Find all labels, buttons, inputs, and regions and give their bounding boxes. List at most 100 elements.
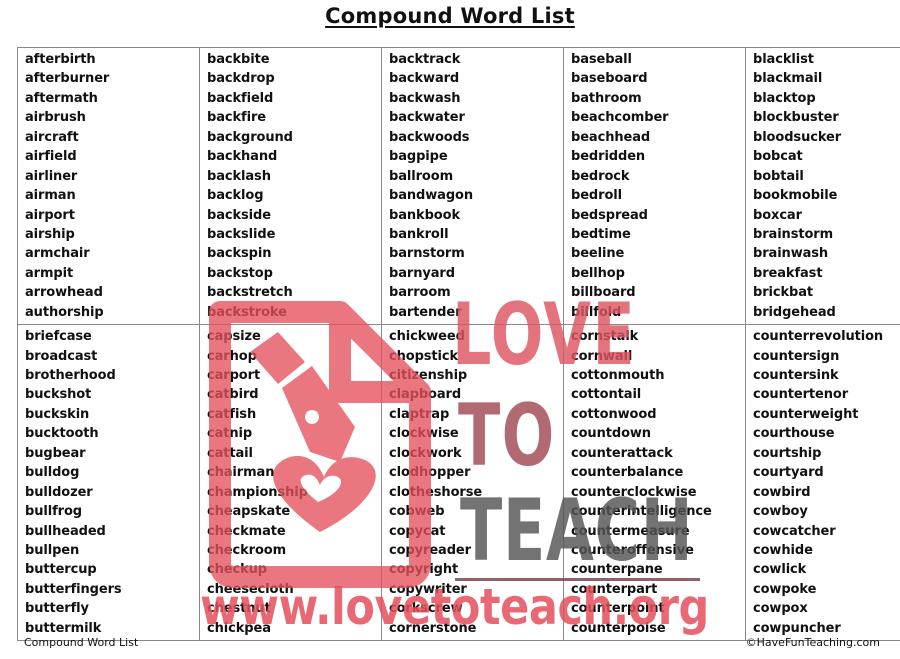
compound-word: backside bbox=[207, 207, 271, 223]
table-body: afterbirth afterburner aftermath airbrush ai… bbox=[17, 46, 900, 642]
compound-word: bucktooth bbox=[25, 426, 99, 442]
compound-word: bandwagon bbox=[389, 188, 474, 204]
compound-word: copyreader bbox=[389, 542, 471, 558]
compound-word: cowboy bbox=[753, 504, 808, 520]
compound-word: counterweight bbox=[753, 406, 859, 422]
compound-word: capsize bbox=[207, 329, 261, 345]
compound-word: backwash bbox=[389, 90, 461, 106]
compound-word: bankbook bbox=[389, 207, 460, 223]
compound-word: counterintelligence bbox=[571, 504, 712, 520]
compound-word: chickweed bbox=[389, 329, 465, 345]
compound-word: counterrevolution bbox=[753, 329, 884, 345]
compound-word: bobcat bbox=[753, 149, 803, 165]
compound-word: bedrock bbox=[571, 168, 630, 184]
compound-word: beachhead bbox=[571, 129, 651, 145]
compound-word: bedridden bbox=[571, 149, 646, 165]
compound-word: butterfly bbox=[25, 601, 89, 617]
compound-word: barnstorm bbox=[389, 246, 465, 262]
table-row-group: briefcase broadcast brotherhood buckshot buc… bbox=[17, 324, 900, 642]
compound-word: chairman bbox=[207, 465, 275, 481]
compound-word: bullheaded bbox=[25, 523, 106, 539]
compound-word: authorship bbox=[25, 304, 104, 320]
compound-word: corkscrew bbox=[389, 601, 463, 617]
compound-word: chopstick bbox=[389, 348, 459, 364]
compound-word: brickbat bbox=[753, 285, 814, 301]
word-column-cell: capsize carhop carport catbird catfish catnip… bbox=[199, 324, 382, 642]
compound-word: championship bbox=[207, 484, 308, 500]
compound-word: backlog bbox=[207, 188, 264, 204]
compound-word: backslide bbox=[207, 226, 276, 242]
compound-word: airman bbox=[25, 188, 76, 204]
compound-word: copyright bbox=[389, 562, 459, 578]
compound-word: afterburner bbox=[25, 71, 110, 87]
compound-word: counterpane bbox=[571, 562, 663, 578]
compound-word: cornstalk bbox=[571, 329, 639, 345]
compound-word: afterbirth bbox=[25, 52, 96, 67]
word-column-cell: baseball baseboard bathroom beachcomber beac… bbox=[563, 46, 746, 326]
compound-word: aftermath bbox=[25, 90, 98, 106]
compound-word: courtyard bbox=[753, 465, 824, 481]
compound-word: catbird bbox=[207, 387, 259, 403]
compound-word: clotheshorse bbox=[389, 484, 483, 500]
compound-word: bankroll bbox=[389, 226, 449, 242]
compound-word: cowpoke bbox=[753, 581, 817, 597]
compound-word: citizenship bbox=[389, 368, 468, 383]
compound-word: beachcomber bbox=[571, 110, 669, 126]
compound-word: countdown bbox=[571, 426, 651, 442]
compound-word: bloodsucker bbox=[753, 129, 842, 145]
compound-word: catnip bbox=[207, 426, 253, 442]
compound-word: cottonmouth bbox=[571, 368, 665, 383]
compound-word: backfire bbox=[207, 110, 266, 126]
word-column-cell: backbite backdrop backfield backfire backgro… bbox=[199, 46, 382, 326]
compound-word: airfield bbox=[25, 149, 77, 165]
compound-word: bullfrog bbox=[25, 504, 82, 520]
word-column-cell: backtrack backward backwash backwater backwo… bbox=[381, 46, 564, 326]
compound-word: bugbear bbox=[25, 445, 86, 461]
compound-word: blackmail bbox=[753, 71, 823, 87]
compound-word: cottonwood bbox=[571, 406, 657, 422]
compound-word: copywriter bbox=[389, 581, 467, 597]
compound-word: counteroffensive bbox=[571, 542, 694, 558]
compound-word: cheesecloth bbox=[207, 581, 294, 597]
compound-word: baseball bbox=[571, 52, 632, 67]
compound-word: cowhide bbox=[753, 542, 813, 558]
compound-word: background bbox=[207, 129, 293, 145]
compound-word: bridgehead bbox=[753, 304, 836, 320]
compound-word: copycat bbox=[389, 523, 446, 539]
compound-word: courtship bbox=[753, 445, 822, 461]
compound-word: cattail bbox=[207, 445, 253, 461]
compound-word: bellhop bbox=[571, 265, 625, 281]
compound-word: backfield bbox=[207, 90, 274, 106]
compound-word: backdrop bbox=[207, 71, 275, 87]
compound-word: buckshot bbox=[25, 387, 92, 403]
compound-word: bobtail bbox=[753, 168, 804, 184]
compound-word: bookmobile bbox=[753, 188, 838, 204]
compound-word: counterbalance bbox=[571, 465, 684, 481]
compound-word: boxcar bbox=[753, 207, 802, 223]
word-column-cell: briefcase broadcast brotherhood buckshot buc… bbox=[17, 324, 200, 642]
compound-word: chestnut bbox=[207, 601, 271, 617]
compound-word: ballroom bbox=[389, 168, 454, 184]
compound-word: bagpipe bbox=[389, 149, 448, 165]
compound-word: counterpart bbox=[571, 581, 658, 597]
compound-word: airship bbox=[25, 226, 75, 242]
compound-word: bedtime bbox=[571, 226, 631, 242]
compound-word-table: afterbirth afterburner aftermath airbrush ai… bbox=[17, 46, 900, 642]
compound-word: cheapskate bbox=[207, 504, 291, 520]
compound-word: clodhopper bbox=[389, 465, 471, 481]
compound-word: cowcatcher bbox=[753, 523, 836, 539]
compound-word: checkmate bbox=[207, 523, 286, 539]
compound-word: backstretch bbox=[207, 285, 293, 301]
compound-word: backtrack bbox=[389, 52, 461, 67]
compound-word: buckskin bbox=[25, 406, 90, 422]
compound-word: bathroom bbox=[571, 90, 642, 106]
compound-word: courthouse bbox=[753, 426, 835, 442]
compound-word: counterclockwise bbox=[571, 484, 697, 500]
compound-word: briefcase bbox=[25, 329, 92, 345]
compound-word: backward bbox=[389, 71, 460, 87]
compound-word: backwater bbox=[389, 110, 465, 126]
compound-word: baseboard bbox=[571, 71, 648, 87]
compound-word: backstroke bbox=[207, 304, 287, 320]
compound-word: cobweb bbox=[389, 504, 445, 520]
compound-word: catfish bbox=[207, 406, 257, 422]
